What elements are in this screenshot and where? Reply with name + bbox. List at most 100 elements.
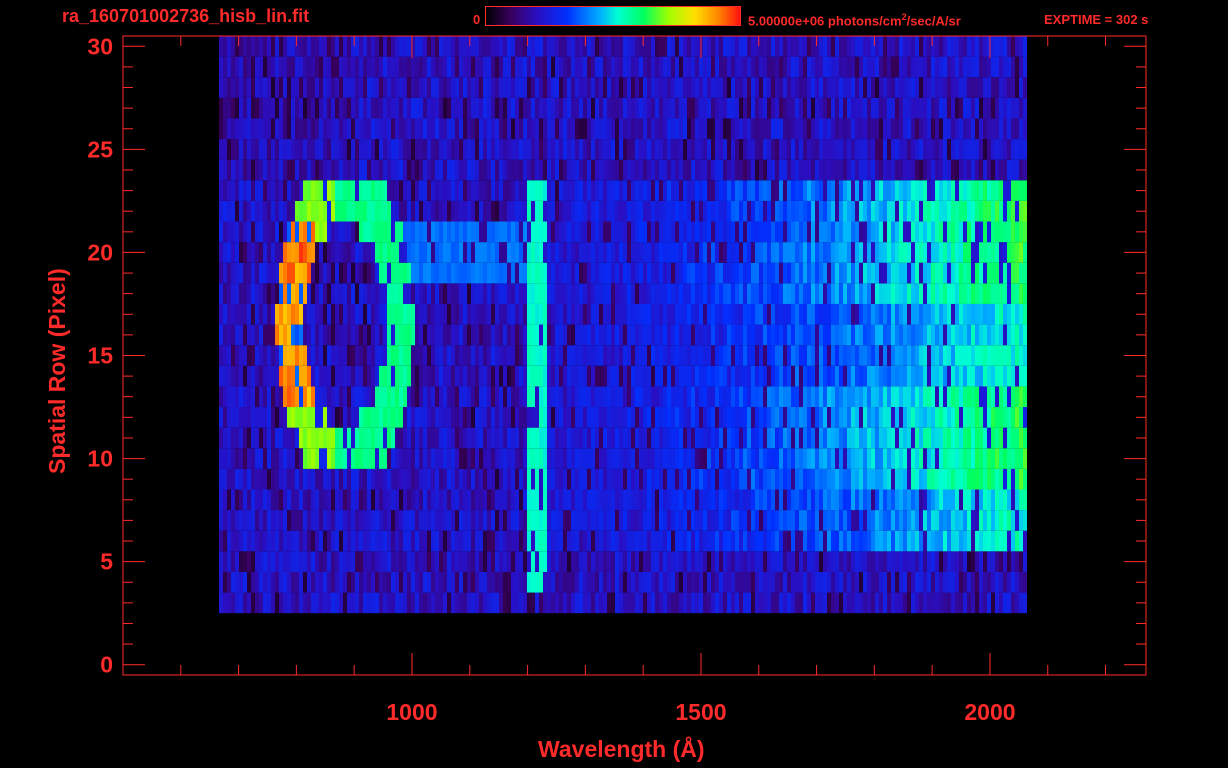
heatmap-cell [447,592,451,614]
heatmap-cell [883,180,887,201]
heatmap-cell [343,530,347,552]
heatmap-cell [703,468,707,490]
heatmap-cell [287,36,291,57]
heatmap-cell [767,427,771,449]
heatmap-cell [363,530,367,552]
heatmap-cell [259,303,263,325]
heatmap-cell [267,283,271,304]
heatmap-cell [643,221,647,243]
heatmap-cell [607,262,611,284]
heatmap-cell [815,77,819,98]
heatmap-cell [483,77,487,98]
heatmap-cell [795,448,799,469]
heatmap-cell [419,365,423,387]
heatmap-cell [643,180,647,201]
heatmap-cell [767,592,771,614]
heatmap-cell [279,407,283,428]
heatmap-cell [379,345,383,366]
heatmap-cell [543,551,547,572]
heatmap-cell [467,242,471,263]
heatmap-cell [651,97,655,119]
heatmap-cell [907,242,911,263]
heatmap-cell [575,180,579,201]
heatmap-cell [783,386,787,408]
heatmap-cell [535,118,539,140]
heatmap-cell [551,530,555,552]
heatmap-cell [839,489,843,511]
heatmap-cell [427,242,431,263]
heatmap-cell [291,427,295,449]
heatmap-cell [599,448,603,469]
heatmap-cell [707,77,711,98]
heatmap-cell [835,118,839,140]
heatmap-cell [615,427,619,449]
heatmap-cell [239,427,243,449]
heatmap-cell [219,139,223,160]
heatmap-cell [903,118,907,140]
heatmap-cell [627,200,631,222]
heatmap-cell [587,262,591,284]
heatmap-cell [283,551,287,572]
heatmap-cell [443,283,447,304]
heatmap-cell [723,303,727,325]
heatmap-cell [607,97,611,119]
heatmap-cell [863,56,867,78]
heatmap-cell [639,139,643,160]
heatmap-cell [335,530,339,552]
heatmap-cell [227,36,231,57]
heatmap-cell [575,159,579,181]
heatmap-cell [371,159,375,181]
heatmap-cell [435,303,439,325]
heatmap-cell [247,118,251,140]
heatmap-cell [471,551,475,572]
heatmap-cell [483,36,487,57]
heatmap-cell [515,592,519,614]
heatmap-cell [619,427,623,449]
heatmap-cell [927,551,931,572]
heatmap-cell [251,345,255,366]
heatmap-cell [703,571,707,593]
heatmap-cell [243,407,247,428]
heatmap-cell [555,324,559,346]
heatmap-cell [767,386,771,408]
heatmap-cell [699,118,703,140]
heatmap-cell [411,345,415,366]
heatmap-cell [863,386,867,408]
heatmap-cell [463,530,467,552]
heatmap-cell [667,510,671,531]
heatmap-cell [363,118,367,140]
heatmap-cell [511,36,515,57]
heatmap-cell [627,365,631,387]
heatmap-cell [683,200,687,222]
heatmap-cell [491,77,495,98]
heatmap-cell [223,592,227,614]
heatmap-cell [819,365,823,387]
heatmap-cell [883,427,887,449]
heatmap-cell [455,427,459,449]
heatmap-cell [563,77,567,98]
heatmap-cell [571,283,575,304]
heatmap-cell [627,592,631,614]
heatmap-cell [755,303,759,325]
heatmap-cell [591,365,595,387]
heatmap-cell [747,262,751,284]
heatmap-cell [799,551,803,572]
heatmap-cell [491,303,495,325]
heatmap-cell [287,551,291,572]
heatmap-cell [459,159,463,181]
heatmap-cell [851,159,855,181]
heatmap-cell [251,221,255,243]
heatmap-cell [683,448,687,469]
heatmap-cell [675,242,679,263]
heatmap-cell [327,592,331,614]
heatmap-cell [247,345,251,366]
heatmap-cell [683,180,687,201]
heatmap-cell [711,36,715,57]
heatmap-cell [643,303,647,325]
heatmap-cell [743,530,747,552]
heatmap-cell [331,77,335,98]
heatmap-cell [523,283,527,304]
heatmap-cell [899,407,903,428]
heatmap-cell [471,200,475,222]
heatmap-cell [727,36,731,57]
